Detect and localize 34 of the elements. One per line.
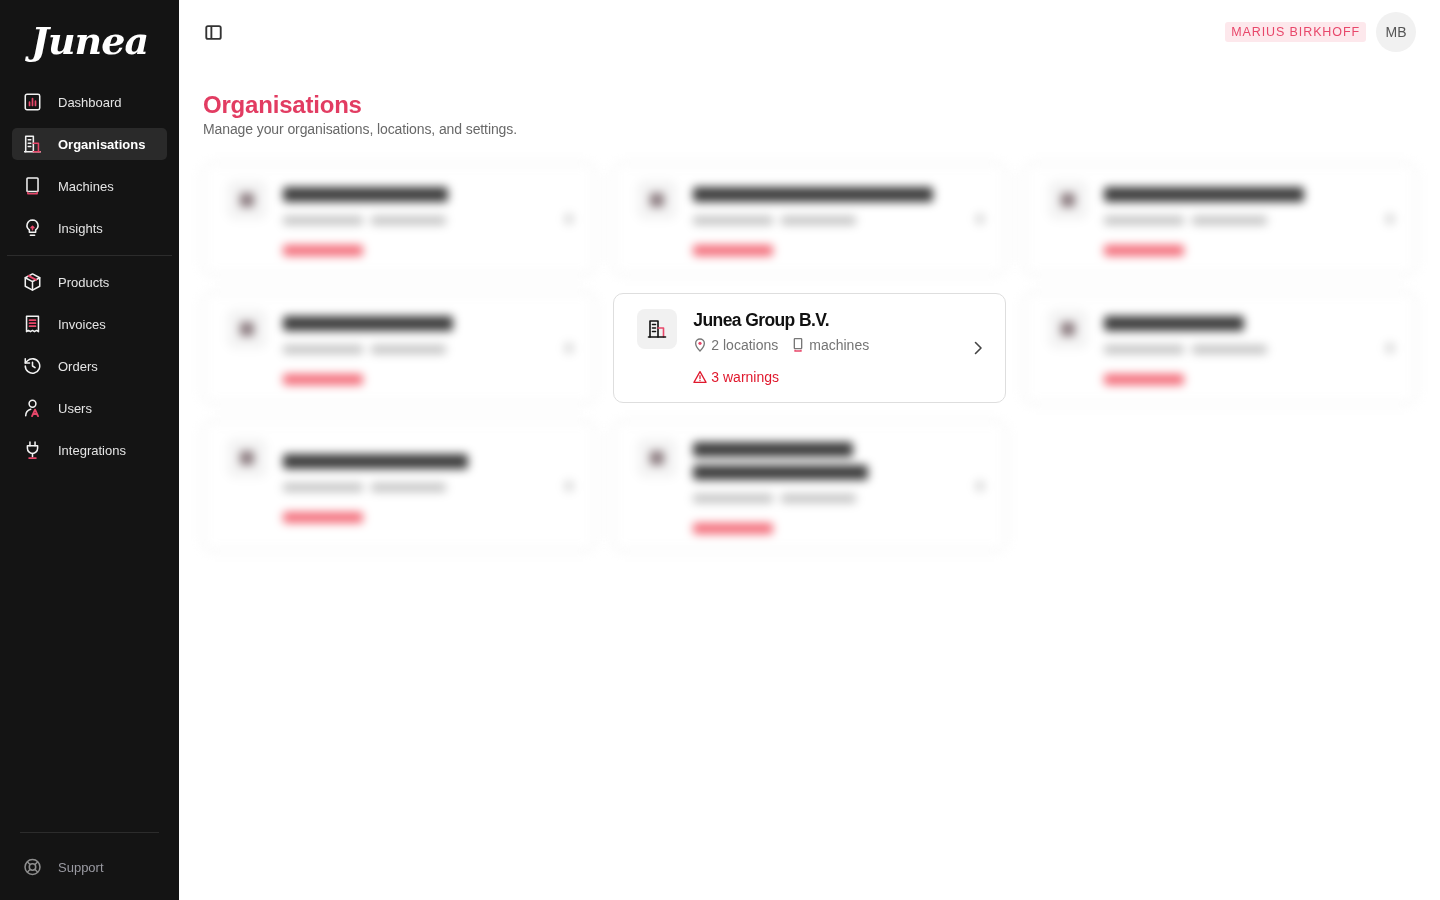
plug-icon [24, 441, 41, 459]
machines-count: machines [809, 337, 870, 353]
user-icon [24, 399, 41, 417]
nav-item[interactable]: Integrations [12, 434, 167, 466]
brand-logo: Junea [20, 16, 158, 66]
tablet-icon [24, 177, 41, 195]
lightbulb-icon [24, 219, 41, 237]
nav-item[interactable]: Invoices [12, 308, 167, 340]
bar-chart-icon [24, 93, 41, 111]
organisation-card[interactable]: Junea Group B.V. 2 locations machines 3 warnings [613, 293, 1006, 403]
page-title: Organisations [203, 90, 362, 120]
locations-count: 2 locations [711, 337, 779, 353]
nav-item[interactable]: Organisations [12, 128, 167, 160]
nav-item[interactable]: Orders [12, 350, 167, 382]
nav-item[interactable]: Users [12, 392, 167, 424]
nav-item[interactable]: Dashboard [12, 86, 167, 118]
nav-item[interactable]: Products [12, 266, 167, 298]
building-icon [24, 135, 41, 153]
user-name-badge: MARIUS BIRKHOFF [1225, 22, 1366, 42]
organisation-name: Junea Group B.V. [693, 309, 829, 331]
page-subtitle: Manage your organisations, locations, and settings. [203, 120, 517, 138]
box-icon [24, 273, 41, 291]
sidebar-toggle-icon[interactable] [205, 23, 222, 41]
lifebuoy-icon [24, 858, 41, 876]
map-pin-icon [693, 338, 708, 352]
receipt-icon [24, 315, 41, 333]
nav-item[interactable]: Insights [12, 212, 167, 244]
user-avatar[interactable]: MB [1376, 12, 1416, 52]
building-icon [637, 309, 678, 349]
history-icon [24, 357, 41, 375]
warning-icon [693, 370, 708, 384]
warnings-count: 3 warnings [711, 369, 780, 385]
support-link[interactable]: Support [12, 851, 167, 883]
nav-item[interactable]: Machines [12, 170, 167, 202]
